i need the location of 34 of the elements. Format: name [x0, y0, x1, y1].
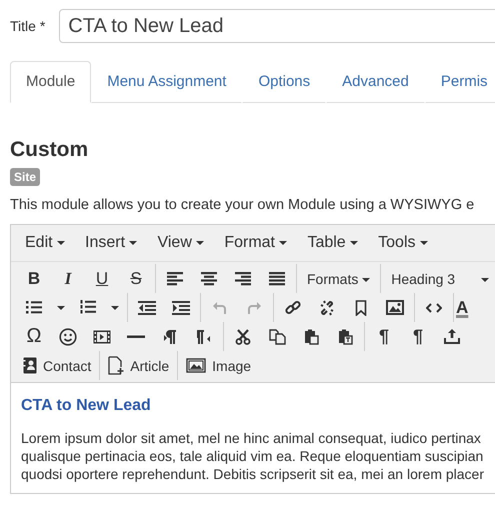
site-badge: Site — [10, 168, 40, 186]
text-color-button[interactable]: A — [456, 294, 480, 320]
underline-button[interactable]: U — [85, 266, 119, 292]
menu-item[interactable]: Tools — [368, 229, 438, 257]
content-paragraph: Lorem ipsum dolor sit amet, mel ne hinc animal consequat, iudico pertinax qualisque pertinacia eos, tale aliquid vim ea. Reque eloquentiam suscipian quodsi oportere reprehendunt. Debitis scripserit sit ea, mei an lorem placer — [21, 429, 486, 483]
tab[interactable]: Options — [242, 61, 326, 103]
special-character-button[interactable]: Ω — [17, 324, 51, 350]
contact-button[interactable]: Contact — [17, 352, 98, 378]
italic-button[interactable]: I — [51, 266, 85, 292]
formats-dropdown[interactable]: Formats — [299, 266, 378, 292]
tab[interactable]: Module — [10, 61, 92, 103]
title-label: Title * — [10, 18, 46, 34]
tab[interactable]: Menu Assignment — [91, 61, 242, 103]
bold-button[interactable]: B — [17, 266, 51, 292]
paragraph-mark-button[interactable]: ¶ — [401, 324, 435, 350]
menu-item[interactable]: Insert — [75, 229, 148, 257]
image-button[interactable]: Image — [180, 352, 258, 378]
module-heading: Custom — [10, 138, 90, 162]
menu-item[interactable]: View — [147, 229, 214, 257]
title-input-field[interactable]: CTA to New Lead — [59, 9, 495, 43]
module-description: This module allows you to create your own Module using a WYSIWYG e — [10, 197, 476, 213]
add-document-icon — [108, 356, 124, 375]
content-heading: CTA to New Lead — [21, 397, 152, 415]
article-button[interactable]: Article — [102, 352, 176, 378]
contact-card-icon — [23, 357, 37, 374]
tab[interactable]: Advanced — [326, 61, 425, 103]
menu-item[interactable]: Edit — [15, 229, 76, 257]
paragraph-mark-button[interactable]: ¶ — [367, 324, 401, 350]
tab[interactable]: Permis — [424, 61, 495, 103]
image-icon — [186, 358, 206, 373]
strikethrough-button[interactable]: S — [119, 266, 153, 292]
menu-item[interactable]: Format — [214, 229, 298, 257]
menu-item[interactable]: Table — [297, 229, 368, 257]
block-format-dropdown[interactable]: Heading 3 — [383, 266, 494, 292]
